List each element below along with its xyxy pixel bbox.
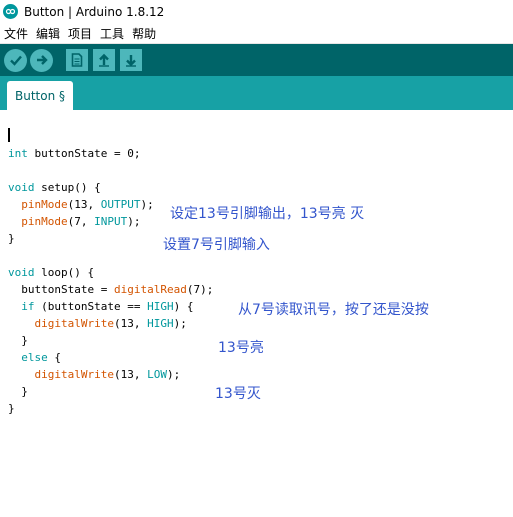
code-token: ); <box>166 368 181 381</box>
code-token: INPUT <box>94 215 128 228</box>
code-token: (7, <box>67 215 95 228</box>
document-icon <box>71 53 83 67</box>
code-token: setup() { <box>34 181 101 194</box>
code-token: digitalWrite <box>34 317 114 330</box>
new-button[interactable] <box>66 49 88 71</box>
arrow-up-icon <box>99 53 109 67</box>
code-token: buttonState = <box>8 283 114 296</box>
tab-bar: Button § <box>0 76 513 110</box>
code-token: pinMode <box>21 215 68 228</box>
code-line[interactable]: if (buttonState == HIGH) { <box>8 298 213 315</box>
code-token: ); <box>140 198 154 211</box>
code-area[interactable]: int buttonState = 0; void setup() { pinMo… <box>8 145 213 417</box>
code-token: ); <box>127 215 141 228</box>
title-bar: Button | Arduino 1.8.12 <box>0 0 513 23</box>
menu-tools[interactable]: 工具 <box>96 25 128 42</box>
code-token: if <box>21 300 35 313</box>
code-token: (7); <box>186 283 214 296</box>
annotation-setup-pin7: 设置7号引脚输入 <box>163 237 270 253</box>
menu-file[interactable]: 文件 <box>0 25 32 42</box>
arduino-logo-icon <box>3 4 18 19</box>
check-icon <box>9 55 22 66</box>
code-line[interactable]: void loop() { <box>8 264 213 281</box>
upload-button[interactable] <box>30 48 53 72</box>
annotation-read-pin7: 从7号读取讯号，按了还是没按 <box>238 302 429 318</box>
menu-help[interactable]: 帮助 <box>128 25 160 42</box>
code-token: } <box>8 334 28 347</box>
code-line[interactable]: buttonState = digitalRead(7); <box>8 281 213 298</box>
code-line[interactable]: } <box>8 332 213 349</box>
window-title: Button | Arduino 1.8.12 <box>24 4 165 19</box>
text-cursor <box>8 128 10 142</box>
tab-button-sketch[interactable]: Button § <box>7 81 74 110</box>
code-token: loop() { <box>34 266 95 279</box>
code-token: OUTPUT <box>100 198 141 211</box>
code-line[interactable]: digitalWrite(13, HIGH); <box>8 315 213 332</box>
menu-edit[interactable]: 编辑 <box>32 25 64 42</box>
code-line[interactable]: digitalWrite(13, LOW); <box>8 366 213 383</box>
code-line[interactable]: void setup() { <box>8 179 213 196</box>
code-token: (buttonState == <box>34 300 148 313</box>
save-button[interactable] <box>120 49 142 71</box>
code-token: void <box>8 266 35 279</box>
verify-button[interactable] <box>4 48 27 72</box>
code-token: (13, <box>113 317 148 330</box>
code-line[interactable]: } <box>8 400 213 417</box>
toolbar <box>0 44 513 76</box>
code-token: ); <box>173 317 187 330</box>
code-token: digitalRead <box>113 283 187 296</box>
code-token: else <box>21 351 48 364</box>
code-token: HIGH <box>147 317 174 330</box>
code-token: pinMode <box>21 198 68 211</box>
code-token: int <box>8 147 28 160</box>
menu-bar: 文件 编辑 项目 工具 帮助 <box>0 23 513 44</box>
code-token: } <box>8 402 15 415</box>
code-token: HIGH <box>147 300 174 313</box>
menu-sketch[interactable]: 项目 <box>64 25 96 42</box>
annotation-led-off: 13号灭 <box>215 386 261 402</box>
code-token: } <box>8 385 28 398</box>
code-token: buttonState = 0; <box>27 147 141 160</box>
code-token: digitalWrite <box>34 368 114 381</box>
code-token: { <box>47 351 61 364</box>
arrow-right-icon <box>36 55 48 65</box>
code-line[interactable] <box>8 162 213 179</box>
code-token: void <box>8 181 35 194</box>
annotation-setup-pin13: 设定13号引脚输出，13号亮 灭 <box>170 206 365 222</box>
code-line[interactable]: else { <box>8 349 213 366</box>
code-token: LOW <box>147 368 167 381</box>
code-line[interactable]: } <box>8 383 213 400</box>
code-token: (13, <box>67 198 101 211</box>
open-button[interactable] <box>93 49 115 71</box>
arrow-down-icon <box>126 55 136 67</box>
code-token: } <box>8 232 15 245</box>
code-token: ) { <box>173 300 194 313</box>
code-line[interactable]: int buttonState = 0; <box>8 145 213 162</box>
annotation-led-on: 13号亮 <box>218 340 264 356</box>
code-token: (13, <box>113 368 148 381</box>
